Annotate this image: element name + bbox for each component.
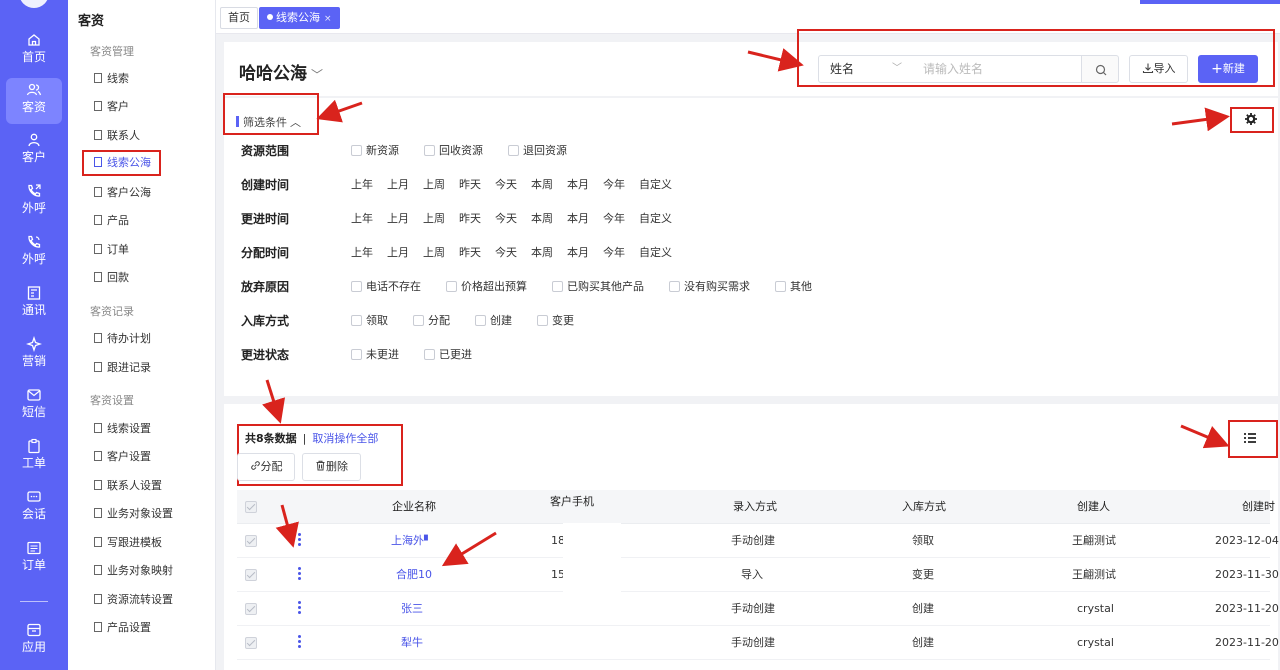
annotation-arrow <box>1180 424 1230 449</box>
annotation-arrows <box>262 48 1230 567</box>
annotation-arrow <box>1171 107 1230 132</box>
annotation-arrow <box>747 48 804 72</box>
annotation-arrow <box>316 99 363 123</box>
annotation-arrow <box>275 504 299 548</box>
annotation-arrow <box>441 531 497 567</box>
annotation-arrow <box>262 379 286 424</box>
